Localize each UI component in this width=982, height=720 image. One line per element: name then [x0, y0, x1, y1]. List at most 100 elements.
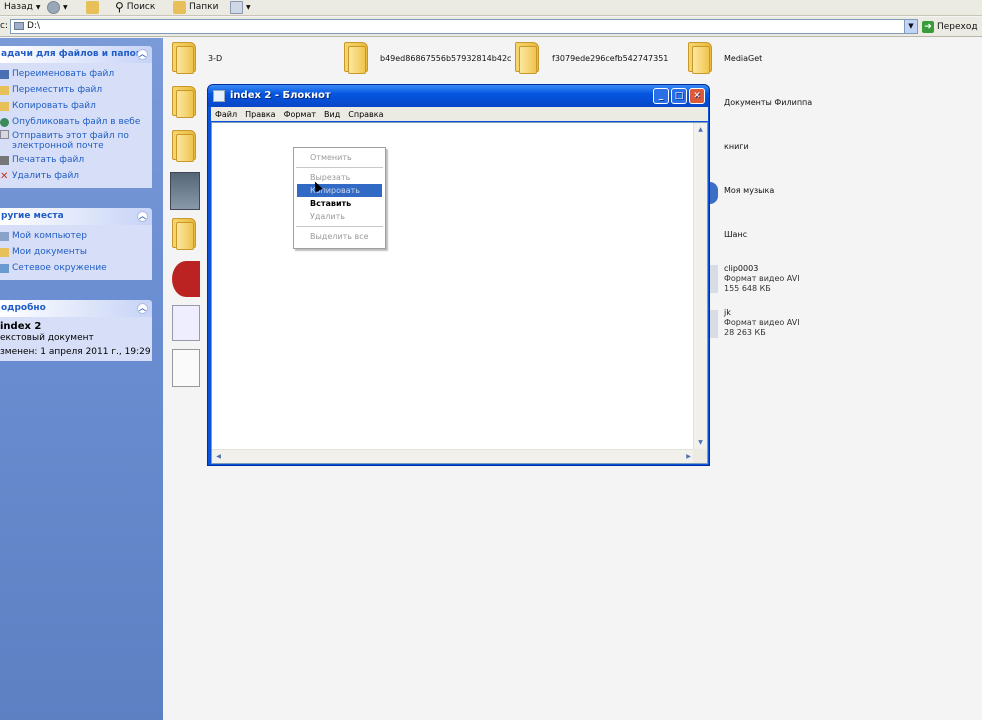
folders-button[interactable]: Папки: [173, 0, 218, 14]
collapse-chevron-icon[interactable]: ︿: [137, 303, 148, 314]
task-label: Переместить файл: [12, 85, 103, 95]
task-move[interactable]: Переместить файл: [0, 82, 152, 98]
menu-item-cut[interactable]: Вырезать: [294, 171, 385, 184]
scroll-down-icon[interactable]: ▼: [694, 436, 707, 449]
copy-icon: [0, 101, 9, 111]
file-tasks-header[interactable]: адачи для файлов и папок ︿: [0, 46, 152, 63]
forward-button[interactable]: ▼: [47, 0, 68, 14]
close-button[interactable]: ✕: [689, 88, 705, 104]
folder-icon[interactable]: [513, 40, 543, 74]
address-dropdown-icon[interactable]: ▼: [904, 20, 917, 33]
file-details[interactable]: jk Формат видео AVI 28 263 КБ: [724, 308, 800, 338]
collapse-chevron-icon[interactable]: ︿: [137, 211, 148, 222]
menu-format[interactable]: Формат: [280, 110, 320, 119]
item-label[interactable]: Шанс: [724, 230, 747, 239]
menu-view[interactable]: Вид: [320, 110, 344, 119]
details-body: index 2 екстовый документ зменен: 1 апре…: [0, 317, 152, 361]
go-label: Переход: [937, 21, 978, 32]
item-label[interactable]: f3079ede296cefb542747351: [552, 54, 668, 63]
search-icon: ⚲: [115, 0, 124, 14]
scroll-up-icon[interactable]: ▲: [694, 123, 707, 136]
task-print[interactable]: Печатать файл: [0, 152, 152, 168]
windows-installer-icon[interactable]: [172, 305, 200, 341]
up-folder-button[interactable]: [86, 0, 99, 14]
folder-icon[interactable]: [686, 40, 716, 74]
folder-icon[interactable]: [170, 40, 200, 74]
move-icon: [0, 85, 9, 95]
file-tasks-title: адачи для файлов и папок: [1, 49, 142, 59]
address-value: D:\: [27, 21, 40, 31]
folder-icon[interactable]: [170, 84, 200, 118]
menu-edit[interactable]: Правка: [241, 110, 279, 119]
item-label[interactable]: 3-D: [208, 54, 222, 63]
item-label[interactable]: Документы Филиппа: [724, 98, 812, 107]
forward-dropdown-icon[interactable]: ▼: [63, 4, 68, 11]
file-details[interactable]: clip0003 Формат видео AVI 155 648 КБ: [724, 264, 800, 294]
minimize-button[interactable]: _: [653, 88, 669, 104]
collapse-chevron-icon[interactable]: ︿: [137, 49, 148, 60]
folders-label: Папки: [189, 2, 219, 12]
folder-icon[interactable]: [170, 216, 200, 250]
task-label: Копировать файл: [12, 101, 96, 111]
music-folder-icon[interactable]: [710, 182, 718, 204]
folder-icon[interactable]: [170, 128, 200, 162]
back-button[interactable]: Назад ▼: [4, 0, 40, 14]
menu-item-copy[interactable]: Копировать: [297, 184, 382, 197]
other-places-list: Мой компьютер Мои документы Сетевое окру…: [0, 225, 152, 280]
menu-item-undo[interactable]: Отменить: [294, 151, 385, 164]
explorer-toolbar: Назад ▼ ▼ ⚲ Поиск Папки ▼: [0, 0, 982, 16]
menu-item-delete[interactable]: Удалить: [294, 210, 385, 223]
details-header[interactable]: одробно ︿: [0, 300, 152, 317]
item-label[interactable]: b49ed86867556b57932814b42c: [380, 54, 511, 63]
notepad-window: index 2 - Блокнот _ □ ✕ Файл Правка Форм…: [207, 84, 710, 466]
go-arrow-icon: ➜: [922, 20, 934, 33]
search-button[interactable]: ⚲ Поиск: [115, 0, 155, 14]
horizontal-scrollbar[interactable]: ◀ ▶: [212, 449, 695, 463]
drive-icon: [14, 22, 24, 30]
video-file-icon[interactable]: [710, 265, 718, 293]
go-button[interactable]: ➜ Переход: [922, 19, 982, 34]
folder-icon[interactable]: [342, 40, 372, 74]
file-tasks-list: Переименовать файл Переместить файл Копи…: [0, 63, 152, 188]
file-name: clip0003: [724, 264, 759, 273]
file-type: Формат видео AVI: [724, 318, 800, 327]
menu-file[interactable]: Файл: [211, 110, 241, 119]
views-dropdown-icon[interactable]: ▼: [246, 4, 251, 11]
folders-icon: [173, 0, 186, 14]
text-document-icon[interactable]: [172, 349, 200, 387]
item-label[interactable]: Моя музыка: [724, 186, 774, 195]
task-email[interactable]: Отправить этот файл по электронной почте: [0, 130, 152, 152]
rename-icon: [0, 69, 9, 79]
opera-icon[interactable]: [172, 261, 200, 297]
computer-icon: [0, 231, 9, 241]
menu-separator: [296, 226, 383, 227]
file-size: 28 263 КБ: [724, 328, 766, 337]
task-copy[interactable]: Копировать файл: [0, 98, 152, 114]
video-file-icon[interactable]: [710, 310, 718, 338]
vertical-scrollbar[interactable]: ▲ ▼: [693, 123, 707, 449]
file-type: Формат видео AVI: [724, 274, 800, 283]
menu-item-select-all[interactable]: Выделить все: [294, 230, 385, 243]
address-input[interactable]: D:\ ▼: [10, 19, 918, 34]
menu-help[interactable]: Справка: [344, 110, 387, 119]
task-rename[interactable]: Переименовать файл: [0, 66, 152, 82]
item-label[interactable]: книги: [724, 142, 749, 151]
back-dropdown-icon[interactable]: ▼: [36, 4, 41, 11]
task-publish-web[interactable]: Опубликовать файл в вебе: [0, 114, 152, 130]
scroll-left-icon[interactable]: ◀: [212, 450, 225, 463]
views-button[interactable]: ▼: [230, 0, 251, 14]
menu-item-paste[interactable]: Вставить: [294, 197, 385, 210]
item-label[interactable]: MediaGet: [724, 54, 762, 63]
place-my-documents[interactable]: Мои документы: [0, 244, 152, 260]
documents-icon: [0, 247, 9, 257]
notepad-title-bar[interactable]: index 2 - Блокнот _ □ ✕: [208, 85, 709, 107]
place-my-computer[interactable]: Мой компьютер: [0, 228, 152, 244]
video-thumbnail-icon[interactable]: [170, 172, 200, 210]
notepad-text-area[interactable]: ▲ ▼ ◀ ▶: [211, 122, 708, 464]
place-network[interactable]: Сетевое окружение: [0, 260, 152, 276]
task-delete[interactable]: ✕ Удалить файл: [0, 168, 152, 184]
other-places-header[interactable]: ругие места ︿: [0, 208, 152, 225]
resize-grip[interactable]: [693, 449, 707, 463]
maximize-button[interactable]: □: [671, 88, 687, 104]
details-title: одробно: [1, 303, 46, 313]
